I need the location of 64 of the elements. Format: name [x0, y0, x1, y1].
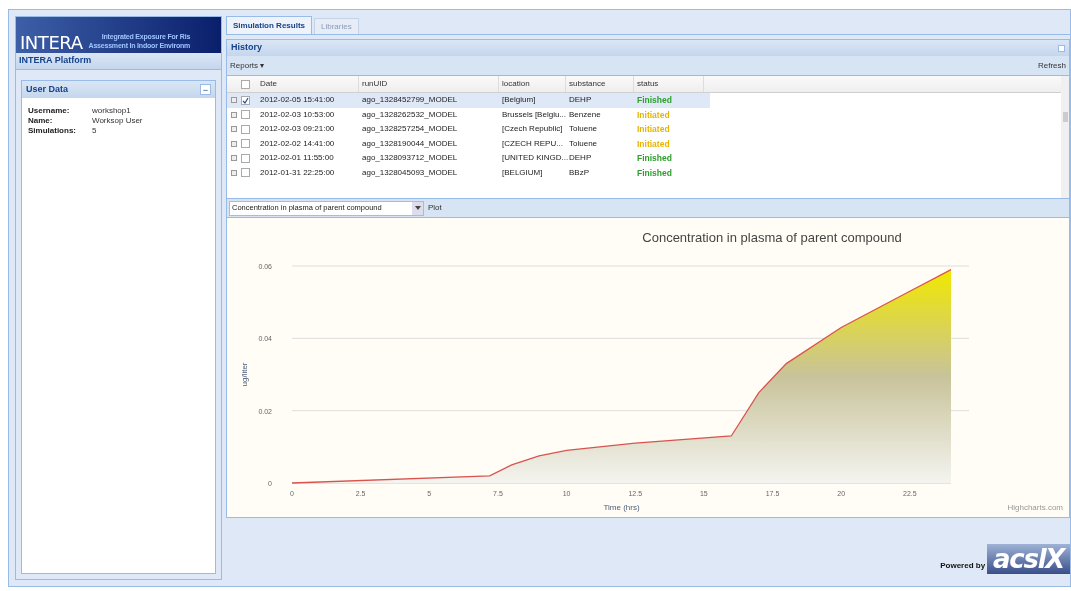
status-text: Initiated	[637, 138, 670, 149]
status-text: Finished	[637, 95, 672, 106]
y-axis-title: ug/liter	[240, 362, 249, 387]
table-cell-text: ago_1328190044_MODEL	[361, 137, 459, 150]
platform-title: INTERA Platform	[19, 54, 92, 68]
table-cell-text: 2012-02-05 15:41:00	[259, 94, 336, 107]
table-cell-text: 2012-02-01 11:55:00	[259, 152, 335, 165]
brand-logo: acslX	[987, 544, 1070, 574]
table-cell-text: 2012-02-03 09:21:00	[259, 123, 336, 136]
table-cell-text: [CZECH REPU...	[501, 137, 564, 150]
table-cell-text: Brussels [Belgiu...	[501, 108, 566, 121]
scrollbar[interactable]	[1061, 76, 1069, 198]
logo-text: INTERA	[20, 34, 83, 53]
field-label: Username:	[28, 106, 71, 116]
checkbox[interactable]	[241, 139, 250, 149]
x-axis-title: Time (hrs)	[603, 503, 640, 512]
table-cell-text: DEHP	[568, 94, 593, 107]
tab[interactable]: Simulation Results	[226, 16, 312, 34]
grid-row[interactable]: 2012-02-05 15:41:00 ago_1328452799_MODEL [Belgium] DEHP Finished	[227, 93, 710, 108]
field-value: Worksop User	[92, 116, 143, 126]
table-cell-text: ago_1328045093_MODEL	[361, 166, 459, 179]
checkbox[interactable]	[241, 124, 250, 134]
field-value: workshop1	[92, 106, 131, 116]
column-header[interactable]: location	[499, 76, 566, 92]
status-text: Finished	[637, 167, 672, 178]
plot-button[interactable]: Plot	[428, 202, 442, 214]
checkbox[interactable]	[241, 110, 250, 120]
table-cell-text: Benzene	[568, 108, 602, 121]
field-label: Simulations:	[28, 126, 77, 136]
field-value: 5	[92, 126, 97, 136]
field-label: Name:	[28, 116, 54, 126]
table-cell-text: ago_1328093712_MODEL	[361, 152, 459, 165]
table-cell-text: ago_1328452799_MODEL	[361, 94, 459, 107]
checkbox[interactable]	[241, 153, 250, 163]
column-header[interactable]: runUID	[359, 76, 499, 92]
table-cell-text: [Belgium]	[501, 94, 537, 107]
table-cell-text: [Czech Republic]	[501, 123, 564, 136]
status-text: Initiated	[637, 109, 670, 120]
table-cell-text: ago_1328257254_MODEL	[361, 123, 459, 136]
panel-title: User Data	[26, 82, 69, 96]
table-cell-text: 2012-02-03 10:53:00	[259, 108, 336, 121]
status-text: Finished	[637, 153, 672, 164]
panel-title: History	[231, 41, 262, 55]
chart-title: Concentration in plasma of parent compound	[642, 230, 902, 245]
table-cell-text: [UNITED KINGD...	[501, 152, 566, 165]
table-cell-text: 2012-02-02 14:41:00	[259, 137, 336, 150]
table-cell-text: BBzP	[568, 166, 590, 179]
table-cell-text: [BELGIUM]	[501, 166, 544, 179]
table-cell-text: ago_1328262532_MODEL	[361, 108, 459, 121]
collapse-button[interactable]: −	[200, 84, 211, 95]
table-cell-text: 2012-01-31 22:25:00	[259, 166, 336, 179]
status-text: Initiated	[637, 124, 670, 135]
checkbox[interactable]	[241, 95, 250, 105]
column-header[interactable]: status	[634, 76, 704, 92]
column-header[interactable]: Date	[257, 76, 359, 92]
reports-menu[interactable]: Reports ▾	[230, 59, 265, 72]
table-cell-text: Toluene	[568, 137, 599, 150]
column-header[interactable]: substance	[566, 76, 634, 92]
table-cell-text: Toluene	[568, 123, 599, 136]
refresh-button[interactable]: Refresh	[1038, 59, 1066, 72]
checkbox[interactable]	[241, 79, 250, 89]
powered-by-label: Powered by	[940, 560, 986, 572]
collapse-icon[interactable]	[1058, 44, 1065, 52]
checkbox[interactable]	[241, 168, 250, 178]
